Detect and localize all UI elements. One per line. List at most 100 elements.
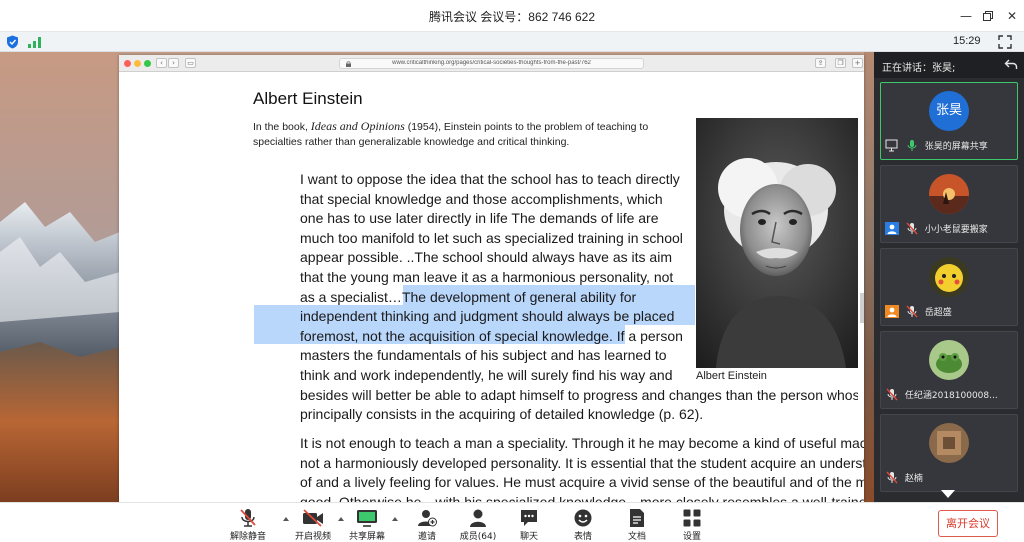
paragraph-line: not a harmoniously developed personality… [300, 454, 864, 471]
scroll-down-icon[interactable] [941, 490, 955, 498]
screen-share-icon [885, 139, 898, 152]
quote-line: besides will better be able to adapt him… [300, 386, 858, 403]
participant-name: 任纪涵2018100008... [904, 391, 998, 401]
members-label: 成员(64) [459, 532, 497, 542]
intro-line-2: specialties rather than generalizable kn… [253, 136, 570, 148]
quote-text: If a person [612, 327, 683, 344]
forward-icon: › [168, 58, 179, 68]
participant-name-row: 张昊的屏幕共享 [885, 139, 1013, 153]
avatar [929, 174, 969, 214]
restore-icon[interactable] [978, 6, 998, 26]
screen-share-icon [357, 510, 377, 527]
docs-label: 文档 [627, 532, 646, 542]
mic-muted-icon [906, 222, 918, 235]
collapse-panel-icon[interactable] [1004, 57, 1018, 71]
page-heading: Albert Einstein [253, 89, 363, 108]
wallpaper-strip [864, 52, 874, 502]
participant-name-row: 任纪涵2018100008... [885, 388, 1013, 402]
participant-name: 岳超盛 [924, 308, 952, 318]
document-icon [630, 509, 644, 527]
participant-name-row: 赵楠 [885, 471, 1013, 485]
status-bar: 15:29 [0, 32, 1024, 52]
participant-name: 张昊的屏幕共享 [924, 142, 988, 152]
url-text: www.criticalthinking.org/pages/critical-… [392, 60, 591, 66]
avatar [929, 257, 969, 297]
sidebar-icon: ▭ [185, 58, 196, 68]
shared-browser-window: ‹ › ▭ ≡ www.criticalthinking.org/pages/c… [119, 55, 864, 502]
meeting-title: 腾讯会议 会议号：862 746 622 [428, 10, 596, 24]
reaction-label: 表情 [573, 532, 592, 542]
speaking-label: 正在讲话：张昊; [882, 63, 956, 74]
members-icon [470, 509, 486, 527]
quote-line: think and work independently, he will su… [300, 366, 673, 383]
highlighted-text: foremost, not the acquisition of special… [300, 327, 613, 344]
photo-caption: Albert Einstein [696, 370, 767, 382]
participant-tile[interactable]: 赵楠 [880, 414, 1018, 492]
mic-muted-icon [906, 305, 918, 318]
share-options-chevron-icon[interactable] [392, 517, 398, 521]
participant-name: 赵楠 [904, 474, 923, 484]
fullscreen-icon[interactable] [998, 35, 1012, 49]
back-icon: ‹ [156, 58, 167, 68]
leave-meeting-button[interactable]: 离开会议 [938, 510, 998, 537]
avatar [929, 423, 969, 463]
book-title: Ideas and Opinions [310, 119, 405, 133]
page-scrollbar [860, 293, 864, 323]
bottom-toolbar: 解除静音 开启视频 共享屏幕 邀请 成员(64) 聊天 表情 文档 设置 离开会… [0, 502, 1024, 542]
lock-icon [346, 61, 351, 67]
close-icon[interactable]: ✕ [1002, 6, 1022, 26]
chat-icon [521, 510, 537, 526]
new-tab-icon: + [852, 58, 863, 68]
minimize-icon[interactable]: — [956, 6, 976, 26]
security-shield-icon[interactable] [6, 35, 19, 49]
mic-muted-icon [886, 388, 898, 401]
unmute-label: 解除静音 [229, 532, 266, 542]
docs-button[interactable]: 文档 [611, 506, 663, 542]
camera-off-icon [303, 509, 323, 527]
participant-tile[interactable]: 张昊 张昊的屏幕共享 [880, 82, 1018, 160]
share-screen-button[interactable]: 共享屏幕 [341, 506, 393, 542]
mountain-wallpaper-art [0, 52, 120, 502]
frog-avatar-image [929, 340, 969, 380]
participant-tile[interactable]: 小小老鼠要搬家 [880, 165, 1018, 243]
mic-muted-icon [240, 509, 256, 527]
user-icon [885, 305, 899, 318]
participant-tile[interactable]: 岳超盛 [880, 248, 1018, 326]
web-page-content: Albert Einstein In the book, Ideas and O… [119, 73, 864, 502]
user-icon [885, 222, 899, 235]
participant-panel: 正在讲话：张昊; 张昊 张昊的屏幕共享 小小老鼠要搬家 岳超盛 任纪涵20181… [874, 52, 1024, 502]
browser-toolbar: ‹ › ▭ ≡ www.criticalthinking.org/pages/c… [119, 55, 864, 72]
reaction-button[interactable]: 表情 [557, 506, 609, 542]
settings-button[interactable]: 设置 [666, 506, 718, 542]
pattern-avatar-image [929, 423, 969, 463]
avatar: 张昊 [929, 91, 969, 131]
invite-label: 邀请 [417, 532, 436, 542]
emoji-icon [574, 509, 592, 527]
participant-tile[interactable]: 任纪涵2018100008... [880, 331, 1018, 409]
chat-button[interactable]: 聊天 [503, 506, 555, 542]
meeting-window: 腾讯会议 会议号：862 746 622 — ✕ 15:29 ‹ › ▭ www… [0, 0, 1024, 542]
close-dot-icon [124, 60, 131, 67]
settings-grid-icon [683, 509, 701, 527]
avatar [929, 340, 969, 380]
paragraph-line: of and a lively feeling for values. He m… [300, 474, 864, 491]
mic-muted-icon [886, 471, 898, 484]
members-button[interactable]: 成员(64) [452, 506, 504, 542]
participant-name-row: 岳超盛 [885, 305, 1013, 319]
sunset-avatar-image [929, 174, 969, 214]
network-signal-icon[interactable] [28, 37, 42, 48]
speaking-indicator: 正在讲话：张昊; [874, 52, 1024, 78]
invite-button[interactable]: 邀请 [401, 506, 453, 542]
yellow-cartoon-avatar-image [929, 257, 969, 297]
chat-label: 聊天 [519, 532, 538, 542]
paragraph-line: It is not enough to teach a man a specia… [300, 435, 864, 451]
intro-prefix: In the book, [253, 121, 311, 133]
share-screen-label: 共享屏幕 [348, 532, 385, 542]
start-video-label: 开启视频 [294, 532, 331, 542]
highlighted-text: The development of general ability for [401, 288, 637, 305]
mic-on-icon [907, 140, 917, 151]
intro-suffix: (1954), Einstein points to the problem o… [404, 121, 649, 133]
unmute-button[interactable]: 解除静音 [222, 506, 274, 542]
paragraph-line: good. Otherwise he—with his specialized … [300, 493, 864, 502]
start-video-button[interactable]: 开启视频 [287, 506, 339, 542]
